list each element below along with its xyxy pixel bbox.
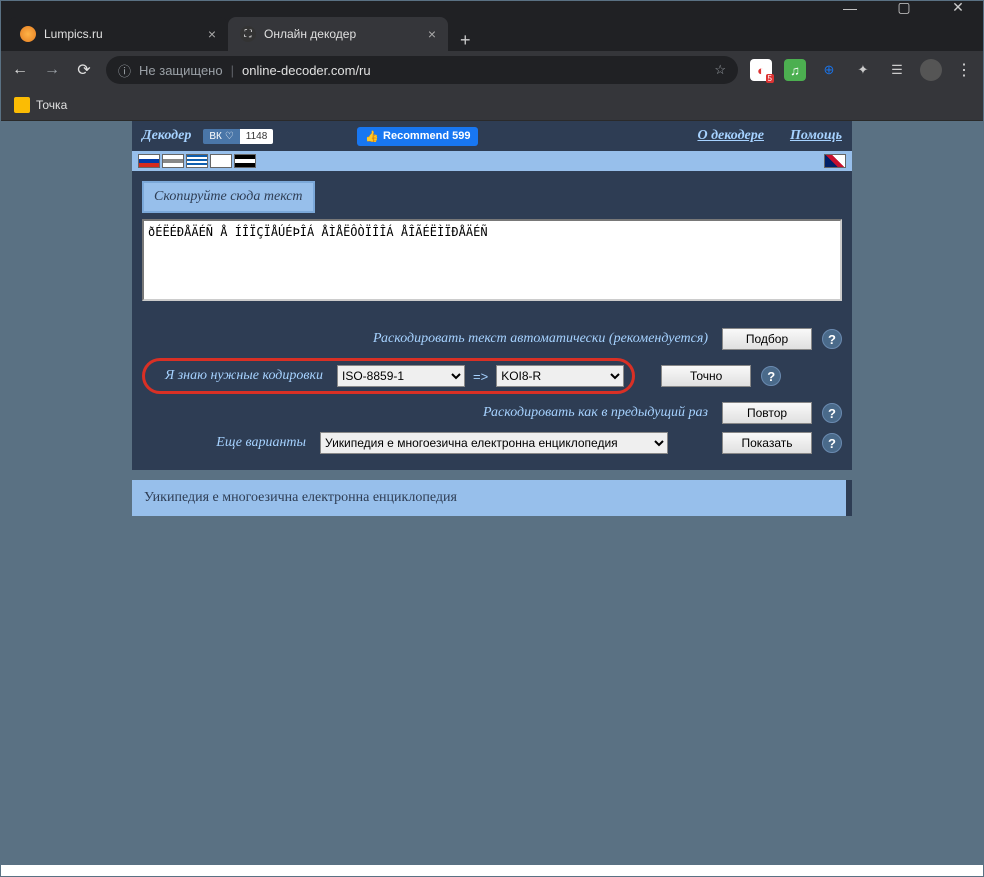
tab-strip: Lumpics.ru × ⛶ Онлайн декодер × +: [0, 15, 984, 51]
input-panel: Скопируйте сюда текст: [132, 171, 852, 316]
help-link[interactable]: Помощь: [790, 128, 842, 144]
help-icon[interactable]: ?: [822, 403, 842, 423]
variants-select[interactable]: Уикипедия е многоезична електронна енцик…: [320, 432, 668, 454]
site-navbar: Декодер ВК ♡ 1148 👍 Recommend 599 О деко…: [132, 121, 852, 151]
browser-chrome: — ▢ ✕ Lumpics.ru × ⛶ Онлайн декодер × + …: [0, 0, 984, 121]
help-icon[interactable]: ?: [761, 366, 781, 386]
help-icon[interactable]: ?: [822, 433, 842, 453]
result-output: Уикипедия е многоезична електронна енцик…: [132, 480, 852, 516]
maximize-button[interactable]: ▢: [886, 0, 922, 16]
flag-gr-icon[interactable]: [186, 154, 208, 168]
language-flags: [132, 151, 852, 171]
extension-adblock-icon[interactable]: ◐5: [750, 59, 772, 81]
vk-count: 1148: [240, 129, 274, 144]
decode-input[interactable]: [142, 219, 842, 301]
vk-share-button[interactable]: ВК ♡ 1148: [203, 129, 273, 144]
flag-ru-icon[interactable]: [138, 154, 160, 168]
to-encoding-select[interactable]: KOI8-R: [496, 365, 624, 387]
flag-icon[interactable]: [234, 154, 256, 168]
page-content: Декодер ВК ♡ 1148 👍 Recommend 599 О деко…: [0, 121, 984, 865]
flag-uk-icon[interactable]: [824, 154, 846, 168]
row-previous: Раскодировать как в предыдущий раз Повто…: [142, 402, 842, 424]
reload-button[interactable]: ⟳: [74, 60, 94, 80]
new-tab-button[interactable]: +: [448, 30, 483, 51]
profile-avatar[interactable]: [920, 59, 942, 81]
tab-decoder[interactable]: ⛶ Онлайн декодер ×: [228, 17, 448, 51]
row-know-encodings: Я знаю нужные кодировки ISO-8859-1 => KO…: [142, 358, 842, 394]
close-icon[interactable]: ×: [208, 26, 216, 42]
security-label: Не защищено: [139, 63, 223, 78]
flag-il-icon[interactable]: [210, 154, 232, 168]
repeat-button[interactable]: Повтор: [722, 402, 812, 424]
menu-button[interactable]: ⋮: [954, 60, 974, 80]
extension-music-icon[interactable]: ♫: [784, 59, 806, 81]
url-field[interactable]: ⓘ Не защищено | online-decoder.com/ru ☆: [106, 56, 738, 84]
auto-decode-button[interactable]: Подбор: [722, 328, 812, 350]
exact-decode-button[interactable]: Точно: [661, 365, 751, 387]
thumb-up-icon: 👍: [365, 130, 379, 143]
address-bar: ← → ⟳ ⓘ Не защищено | online-decoder.com…: [0, 51, 984, 89]
more-label: Еще варианты: [142, 435, 314, 451]
folder-icon: [14, 97, 30, 113]
from-encoding-select[interactable]: ISO-8859-1: [337, 365, 465, 387]
window-titlebar: — ▢ ✕: [0, 0, 984, 15]
favicon-icon: ⛶: [240, 26, 256, 42]
tab-title: Lumpics.ru: [44, 27, 200, 41]
reading-list-icon[interactable]: ☰: [886, 59, 908, 81]
minimize-button[interactable]: —: [832, 0, 868, 16]
fb-recommend-button[interactable]: 👍 Recommend 599: [357, 127, 478, 146]
extension-globe-icon[interactable]: ⊕: [818, 59, 840, 81]
bookmark-item[interactable]: Точка: [36, 98, 67, 112]
bookmarks-bar: Точка: [0, 89, 984, 121]
row-auto: Раскодировать текст автоматически (реком…: [142, 328, 842, 350]
controls-panel: Раскодировать текст автоматически (реком…: [132, 316, 852, 470]
arrow-icon: =>: [471, 369, 490, 384]
tab-lumpics[interactable]: Lumpics.ru ×: [8, 17, 228, 51]
know-label: Я знаю нужные кодировки: [153, 368, 331, 384]
favicon-icon: [20, 26, 36, 42]
show-button[interactable]: Показать: [722, 432, 812, 454]
close-icon[interactable]: ×: [428, 26, 436, 42]
close-window-button[interactable]: ✕: [940, 0, 976, 16]
flag-icon[interactable]: [162, 154, 184, 168]
info-icon: ⓘ: [118, 61, 131, 80]
extensions-button[interactable]: ✦: [852, 59, 874, 81]
forward-button[interactable]: →: [42, 61, 62, 79]
heart-icon: ♡: [225, 131, 234, 142]
tab-title: Онлайн декодер: [264, 27, 420, 41]
input-header: Скопируйте сюда текст: [142, 181, 315, 213]
help-icon[interactable]: ?: [822, 329, 842, 349]
prev-label: Раскодировать как в предыдущий раз: [142, 405, 716, 421]
auto-label: Раскодировать текст автоматически (реком…: [142, 331, 716, 347]
about-link[interactable]: О декодере: [697, 128, 764, 144]
url-text: online-decoder.com/ru: [242, 63, 371, 78]
site-title[interactable]: Декодер: [142, 128, 191, 144]
star-icon[interactable]: ☆: [714, 62, 726, 78]
row-more: Еще варианты Уикипедия е многоезична еле…: [142, 432, 842, 454]
back-button[interactable]: ←: [10, 61, 30, 79]
encoding-highlight: Я знаю нужные кодировки ISO-8859-1 => KO…: [142, 358, 635, 394]
